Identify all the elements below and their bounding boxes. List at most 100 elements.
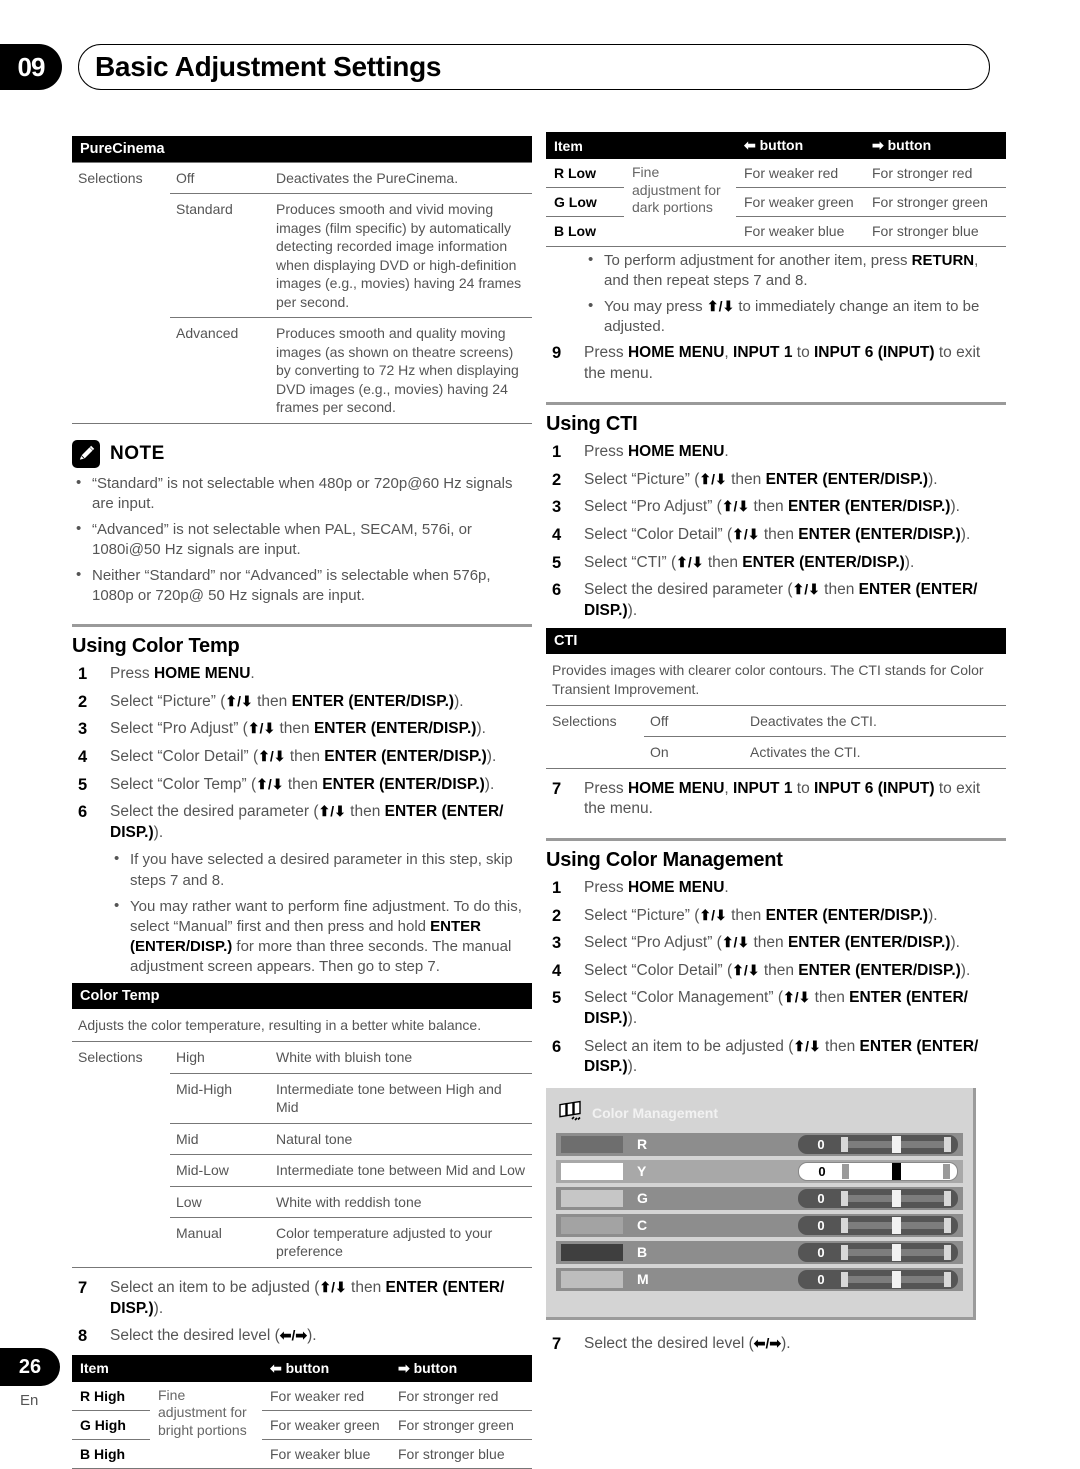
- option-desc: Produces smooth and vivid moving images …: [270, 193, 532, 318]
- step-number: 3: [552, 934, 562, 953]
- section-title-cti: Using CTI: [546, 413, 638, 436]
- step-number: 4: [552, 525, 562, 544]
- color-temp-spec-table: Color Temp Adjusts the color temperature…: [72, 983, 532, 1268]
- col-header-left-button: ⬅ button: [262, 1354, 390, 1382]
- option-name: High: [170, 1041, 270, 1074]
- note-list: “Standard” is not selectable when 480p o…: [72, 473, 532, 607]
- option-desc: Natural tone: [270, 1122, 532, 1155]
- step-text: Select “Picture” (⬆/⬇ then ENTER (ENTER/…: [584, 470, 938, 488]
- step-text: Select the desired parameter (⬆/⬇ then E…: [110, 803, 504, 841]
- step-text: Select “Pro Adjust” (⬆/⬇ then ENTER (ENT…: [110, 720, 486, 738]
- color-swatch: [561, 1135, 623, 1153]
- list-item[interactable]: C 0: [556, 1213, 963, 1237]
- osd-value: 0: [818, 1163, 826, 1179]
- list-item[interactable]: B 0: [556, 1240, 963, 1264]
- list-item[interactable]: G 0: [556, 1186, 963, 1210]
- option-name: Standard: [170, 193, 270, 318]
- high-adjust-table: Item ⬅ button ➡ button R High Fine adjus…: [72, 1354, 532, 1469]
- list-item: Neither “Standard” nor “Advanced” is sel…: [72, 565, 532, 606]
- list-item: 6 Select an item to be adjusted (⬆/⬇ then…: [546, 1037, 1006, 1078]
- color-management-step-tail: 7 Select the desired level (⬅/➡).: [546, 1334, 1006, 1355]
- list-item: 6 Select the desired parameter (⬆/⬇ then …: [546, 580, 1006, 621]
- option-desc: Produces smooth and quality moving image…: [270, 317, 532, 423]
- osd-slider[interactable]: 0: [798, 1242, 958, 1262]
- slider-track[interactable]: [841, 1243, 951, 1261]
- table-row: Mid Natural tone: [72, 1122, 532, 1155]
- option-desc: Deactivates the CTI.: [744, 704, 1006, 737]
- purecinema-rows: Selections Off Deactivates the PureCinem…: [72, 161, 532, 423]
- slider-track[interactable]: [841, 1216, 951, 1234]
- step-text: Select “Pro Adjust” (⬆/⬇ then ENTER (ENT…: [584, 934, 960, 952]
- list-item: 3 Select “Pro Adjust” (⬆/⬇ then ENTER (EN…: [546, 497, 1006, 518]
- table-row: Mid-High Intermediate tone between High …: [72, 1072, 532, 1124]
- table-header-row: Item ⬅ button ➡ button: [546, 132, 1006, 159]
- table-row: B High For weaker blue For stronger blue: [72, 1439, 532, 1469]
- step-number: 9: [552, 343, 562, 362]
- list-item: You may rather want to perform fine adju…: [110, 896, 532, 977]
- option-name: Low: [170, 1185, 270, 1218]
- osd-row-label: M: [637, 1271, 649, 1288]
- slider-track[interactable]: [841, 1270, 951, 1288]
- slider-track[interactable]: [841, 1135, 951, 1153]
- selections-label: Selections: [72, 1041, 170, 1074]
- col-header-item: Item: [546, 132, 736, 159]
- table-row: Selections Off Deactivates the PureCinem…: [72, 161, 532, 194]
- list-item: 6 Select the desired parameter (⬆/⬇ then …: [72, 802, 532, 843]
- note-header: NOTE: [72, 439, 532, 468]
- list-item[interactable]: R 0: [556, 1132, 963, 1156]
- slider-thumb: [892, 1135, 901, 1153]
- page-number-badge: 26: [0, 1348, 60, 1386]
- section-divider: [72, 624, 532, 628]
- list-item[interactable]: Y 0: [556, 1159, 963, 1183]
- item-label: G High: [72, 1409, 150, 1440]
- step-text: Select “Color Detail” (⬆/⬇ then ENTER (E…: [110, 748, 497, 766]
- list-item: 1 Press HOME MENU.: [546, 442, 1006, 463]
- osd-slider[interactable]: 0: [798, 1188, 958, 1208]
- stronger-desc: For stronger blue: [390, 1439, 532, 1469]
- item-label: R High: [80, 1387, 126, 1404]
- color-swatch: [561, 1216, 623, 1234]
- note-label: NOTE: [110, 442, 165, 464]
- slider-track[interactable]: [841, 1189, 951, 1207]
- step-number: 5: [78, 775, 88, 794]
- step-text: Select the desired parameter (⬆/⬇ then E…: [584, 581, 978, 619]
- slider-track[interactable]: [842, 1162, 950, 1180]
- osd-value: 0: [817, 1190, 825, 1206]
- low-table-step: 9 Press HOME MENU, INPUT 1 to INPUT 6 (IN…: [546, 343, 1006, 384]
- step-text: Press HOME MENU, INPUT 1 to INPUT 6 (INP…: [584, 343, 981, 382]
- low-table-notes: To perform adjustment for another item, …: [584, 250, 1006, 337]
- list-item: 8 Select the desired level (⬅/➡).: [72, 1326, 532, 1347]
- osd-slider[interactable]: 0: [798, 1215, 958, 1235]
- option-name: Off: [170, 161, 270, 194]
- table-row: G Low For weaker green For stronger gree…: [546, 187, 1006, 217]
- osd-row-label: G: [637, 1190, 648, 1207]
- cti-title: CTI: [546, 628, 1006, 655]
- stronger-desc: For stronger red: [398, 1387, 499, 1404]
- osd-slider[interactable]: 0: [798, 1269, 958, 1289]
- option-desc: Intermediate tone between Mid and Low: [270, 1154, 532, 1187]
- osd-row-label: Y: [637, 1163, 647, 1180]
- cti-steps: 1 Press HOME MENU. 2 Select “Picture” (⬆/⬇…: [546, 442, 1006, 621]
- osd-value: 0: [817, 1244, 825, 1260]
- step-text: Select the desired level (⬅/➡).: [584, 1334, 791, 1352]
- purecinema-title: PureCinema: [72, 136, 532, 162]
- option-desc: White with bluish tone: [270, 1041, 532, 1074]
- osd-row-label: R: [637, 1136, 648, 1153]
- item-label: B Low: [546, 216, 624, 246]
- list-item: 4 Select “Color Detail” (⬆/⬇ then ENTER (…: [72, 747, 532, 768]
- option-desc: White with reddish tone: [270, 1185, 532, 1218]
- list-item[interactable]: M 0: [556, 1267, 963, 1291]
- list-item: 7 Press HOME MENU, INPUT 1 to INPUT 6 (IN…: [546, 779, 1006, 820]
- color-temp-notes: If you have selected a desired parameter…: [110, 849, 532, 977]
- list-item: 4 Select “Color Detail” (⬆/⬇ then ENTER (…: [546, 525, 1006, 546]
- step-number: 1: [78, 665, 88, 684]
- list-item: 2 Select “Picture” (⬆/⬇ then ENTER (ENTER…: [546, 906, 1006, 927]
- step-text: Select “Color Temp” (⬆/⬇ then ENTER (ENT…: [110, 775, 495, 793]
- osd-value: 0: [817, 1136, 825, 1152]
- table-row: Selections High White with bluish tone: [72, 1041, 532, 1074]
- step-text: Select the desired level (⬅/➡).: [110, 1327, 317, 1345]
- page-header: 09 Basic Adjustment Settings: [0, 44, 1080, 90]
- osd-slider[interactable]: 0: [798, 1134, 958, 1154]
- osd-slider[interactable]: 0: [798, 1161, 958, 1181]
- weaker-desc: For weaker green: [262, 1409, 390, 1440]
